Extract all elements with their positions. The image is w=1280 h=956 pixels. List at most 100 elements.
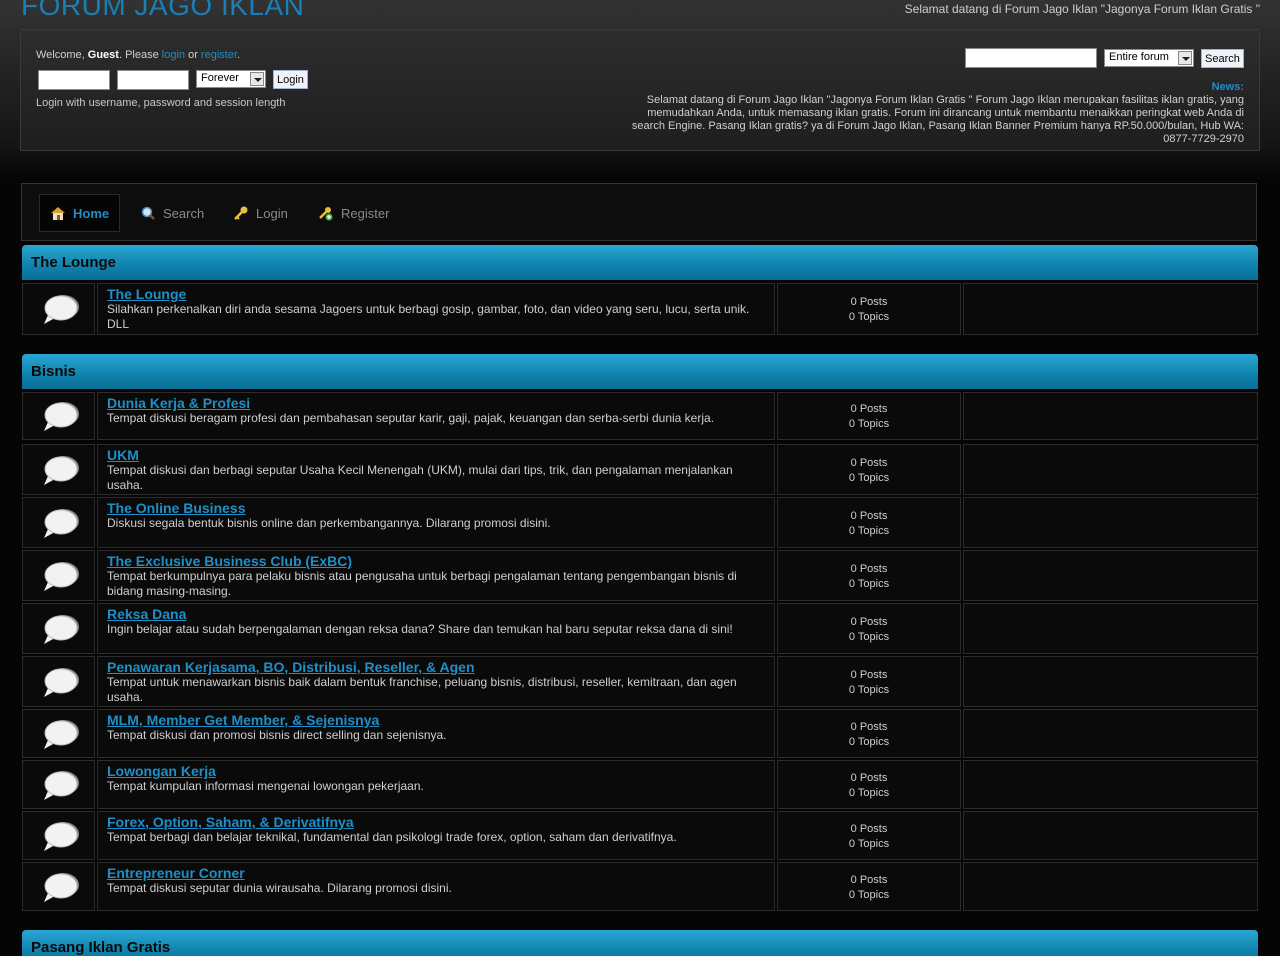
post-count: 0 Posts bbox=[850, 510, 888, 522]
last-post-cell bbox=[963, 656, 1258, 707]
board-stats-cell: 0 Posts 0 Topics bbox=[777, 550, 961, 601]
post-count: 0 Posts bbox=[850, 772, 888, 784]
site-title[interactable]: FORUM JAGO IKLAN bbox=[21, 0, 304, 22]
board-description: Diskusi segala bentuk bisnis online dan … bbox=[107, 516, 551, 530]
chevron-down-icon bbox=[250, 72, 264, 86]
home-icon bbox=[50, 205, 66, 221]
nav-register[interactable]: Register bbox=[308, 194, 399, 232]
nav-home[interactable]: Home bbox=[39, 194, 121, 232]
last-post-cell bbox=[963, 392, 1258, 440]
news-text: Selamat datang di Forum Jago Iklan "Jago… bbox=[631, 94, 1244, 145]
login-link[interactable]: login bbox=[162, 49, 185, 61]
username-input[interactable] bbox=[38, 70, 110, 90]
topic-count: 0 Topics bbox=[848, 736, 890, 748]
board-description: Tempat diskusi dan promosi bisnis direct… bbox=[107, 728, 447, 742]
board-row: Dunia Kerja & Profesi Tempat diskusi bera… bbox=[22, 392, 1258, 440]
post-count: 0 Posts bbox=[850, 669, 888, 681]
session-length-value: Forever bbox=[201, 72, 239, 84]
board-stats-cell: 0 Posts 0 Topics bbox=[777, 283, 961, 335]
session-length-select[interactable]: Forever bbox=[196, 70, 266, 88]
board-row: The Online Business Diskusi segala bentuk… bbox=[22, 497, 1258, 548]
board-info-cell: The Online Business Diskusi segala bentuk… bbox=[97, 497, 775, 548]
last-post-cell bbox=[963, 283, 1258, 335]
welcome-please: . Please bbox=[118, 49, 162, 61]
board-icon-cell bbox=[22, 283, 95, 335]
board-title-link[interactable]: UKM bbox=[107, 447, 765, 463]
board-title-link[interactable]: The Lounge bbox=[107, 286, 765, 302]
board-description: Tempat kumpulan informasi mengenai lowon… bbox=[107, 779, 424, 793]
board-row: Penawaran Kerjasama, BO, Distribusi, Res… bbox=[22, 656, 1258, 707]
welcome-text: Welcome, Guest. Please login or register… bbox=[36, 49, 240, 61]
board-info-cell: UKM Tempat diskusi dan berbagi seputar Us… bbox=[97, 444, 775, 495]
category-header[interactable]: The Lounge bbox=[22, 245, 1258, 280]
nav-search[interactable]: Search bbox=[130, 194, 214, 232]
nav-home-label: Home bbox=[73, 205, 110, 221]
board-title-link[interactable]: Lowongan Kerja bbox=[107, 763, 765, 779]
category-header[interactable]: Pasang Iklan Gratis bbox=[22, 930, 1258, 956]
board-title-link[interactable]: The Online Business bbox=[107, 500, 765, 516]
speech-bubble-icon[interactable] bbox=[40, 665, 80, 704]
speech-bubble-icon[interactable] bbox=[40, 717, 80, 756]
site-tagline: Selamat datang di Forum Jago Iklan "Jago… bbox=[904, 2, 1260, 16]
board-info-cell: The Exclusive Business Club (ExBC) Tempat… bbox=[97, 550, 775, 601]
speech-bubble-icon[interactable] bbox=[40, 870, 80, 909]
board-icon-cell bbox=[22, 550, 95, 601]
speech-bubble-icon[interactable] bbox=[40, 399, 80, 438]
last-post-cell bbox=[963, 603, 1258, 654]
search-input[interactable] bbox=[965, 48, 1097, 68]
register-link[interactable]: register bbox=[201, 49, 237, 61]
nav-register-label: Register bbox=[341, 205, 390, 221]
speech-bubble-icon[interactable] bbox=[40, 559, 80, 598]
topic-count: 0 Topics bbox=[848, 889, 890, 901]
nav-login[interactable]: Login bbox=[223, 194, 298, 232]
board-info-cell: Penawaran Kerjasama, BO, Distribusi, Res… bbox=[97, 656, 775, 707]
search-scope-select[interactable]: Entire forum bbox=[1104, 49, 1194, 67]
board-stats-cell: 0 Posts 0 Topics bbox=[777, 862, 961, 911]
board-info-cell: The Lounge Silahkan perkenalkan diri anda… bbox=[97, 283, 775, 335]
board-title-link[interactable]: Entrepreneur Corner bbox=[107, 865, 765, 881]
board-stats-cell: 0 Posts 0 Topics bbox=[777, 392, 961, 440]
board-icon-cell bbox=[22, 656, 95, 707]
board-icon-cell bbox=[22, 444, 95, 495]
topic-count: 0 Topics bbox=[848, 684, 890, 696]
category-header[interactable]: Bisnis bbox=[22, 354, 1258, 389]
board-description: Tempat diskusi beragam profesi dan pemba… bbox=[107, 411, 715, 425]
board-icon-cell bbox=[22, 392, 95, 440]
board-stats-cell: 0 Posts 0 Topics bbox=[777, 811, 961, 860]
board-title-link[interactable]: Penawaran Kerjasama, BO, Distribusi, Res… bbox=[107, 659, 765, 675]
board-stats-cell: 0 Posts 0 Topics bbox=[777, 760, 961, 809]
board-title-link[interactable]: Dunia Kerja & Profesi bbox=[107, 395, 765, 411]
board-title-link[interactable]: MLM, Member Get Member, & Sejenisnya bbox=[107, 712, 765, 728]
board-stats-cell: 0 Posts 0 Topics bbox=[777, 656, 961, 707]
topic-count: 0 Topics bbox=[848, 472, 890, 484]
board-title-link[interactable]: Forex, Option, Saham, & Derivatifnya bbox=[107, 814, 765, 830]
board-row: Reksa Dana Ingin belajar atau sudah berpe… bbox=[22, 603, 1258, 654]
last-post-cell bbox=[963, 760, 1258, 809]
board-description: Tempat berbagi dan belajar teknikal, fun… bbox=[107, 830, 677, 844]
board-info-cell: Forex, Option, Saham, & Derivatifnya Temp… bbox=[97, 811, 775, 860]
guest-name: Guest bbox=[87, 49, 119, 61]
chevron-down-icon bbox=[1178, 51, 1192, 65]
board-icon-cell bbox=[22, 497, 95, 548]
speech-bubble-icon[interactable] bbox=[40, 768, 80, 807]
post-count: 0 Posts bbox=[850, 721, 888, 733]
main-navigation: Home Search Login Register bbox=[21, 183, 1257, 241]
speech-bubble-icon[interactable] bbox=[40, 292, 80, 331]
board-info-cell: Dunia Kerja & Profesi Tempat diskusi bera… bbox=[97, 392, 775, 440]
search-button[interactable]: Search bbox=[1201, 49, 1244, 68]
speech-bubble-icon[interactable] bbox=[40, 819, 80, 858]
speech-bubble-icon[interactable] bbox=[40, 506, 80, 545]
last-post-cell bbox=[963, 444, 1258, 495]
board-row: MLM, Member Get Member, & Sejenisnya Temp… bbox=[22, 709, 1258, 758]
login-button[interactable]: Login bbox=[273, 70, 308, 89]
speech-bubble-icon[interactable] bbox=[40, 612, 80, 651]
board-title-link[interactable]: The Exclusive Business Club (ExBC) bbox=[107, 553, 765, 569]
speech-bubble-icon[interactable] bbox=[40, 453, 80, 492]
password-input[interactable] bbox=[117, 70, 189, 90]
board-title-link[interactable]: Reksa Dana bbox=[107, 606, 765, 622]
search-scope-value: Entire forum bbox=[1109, 51, 1169, 63]
board-icon-cell bbox=[22, 811, 95, 860]
board-row: Forex, Option, Saham, & Derivatifnya Temp… bbox=[22, 811, 1258, 860]
post-count: 0 Posts bbox=[850, 874, 888, 886]
topic-count: 0 Topics bbox=[848, 578, 890, 590]
